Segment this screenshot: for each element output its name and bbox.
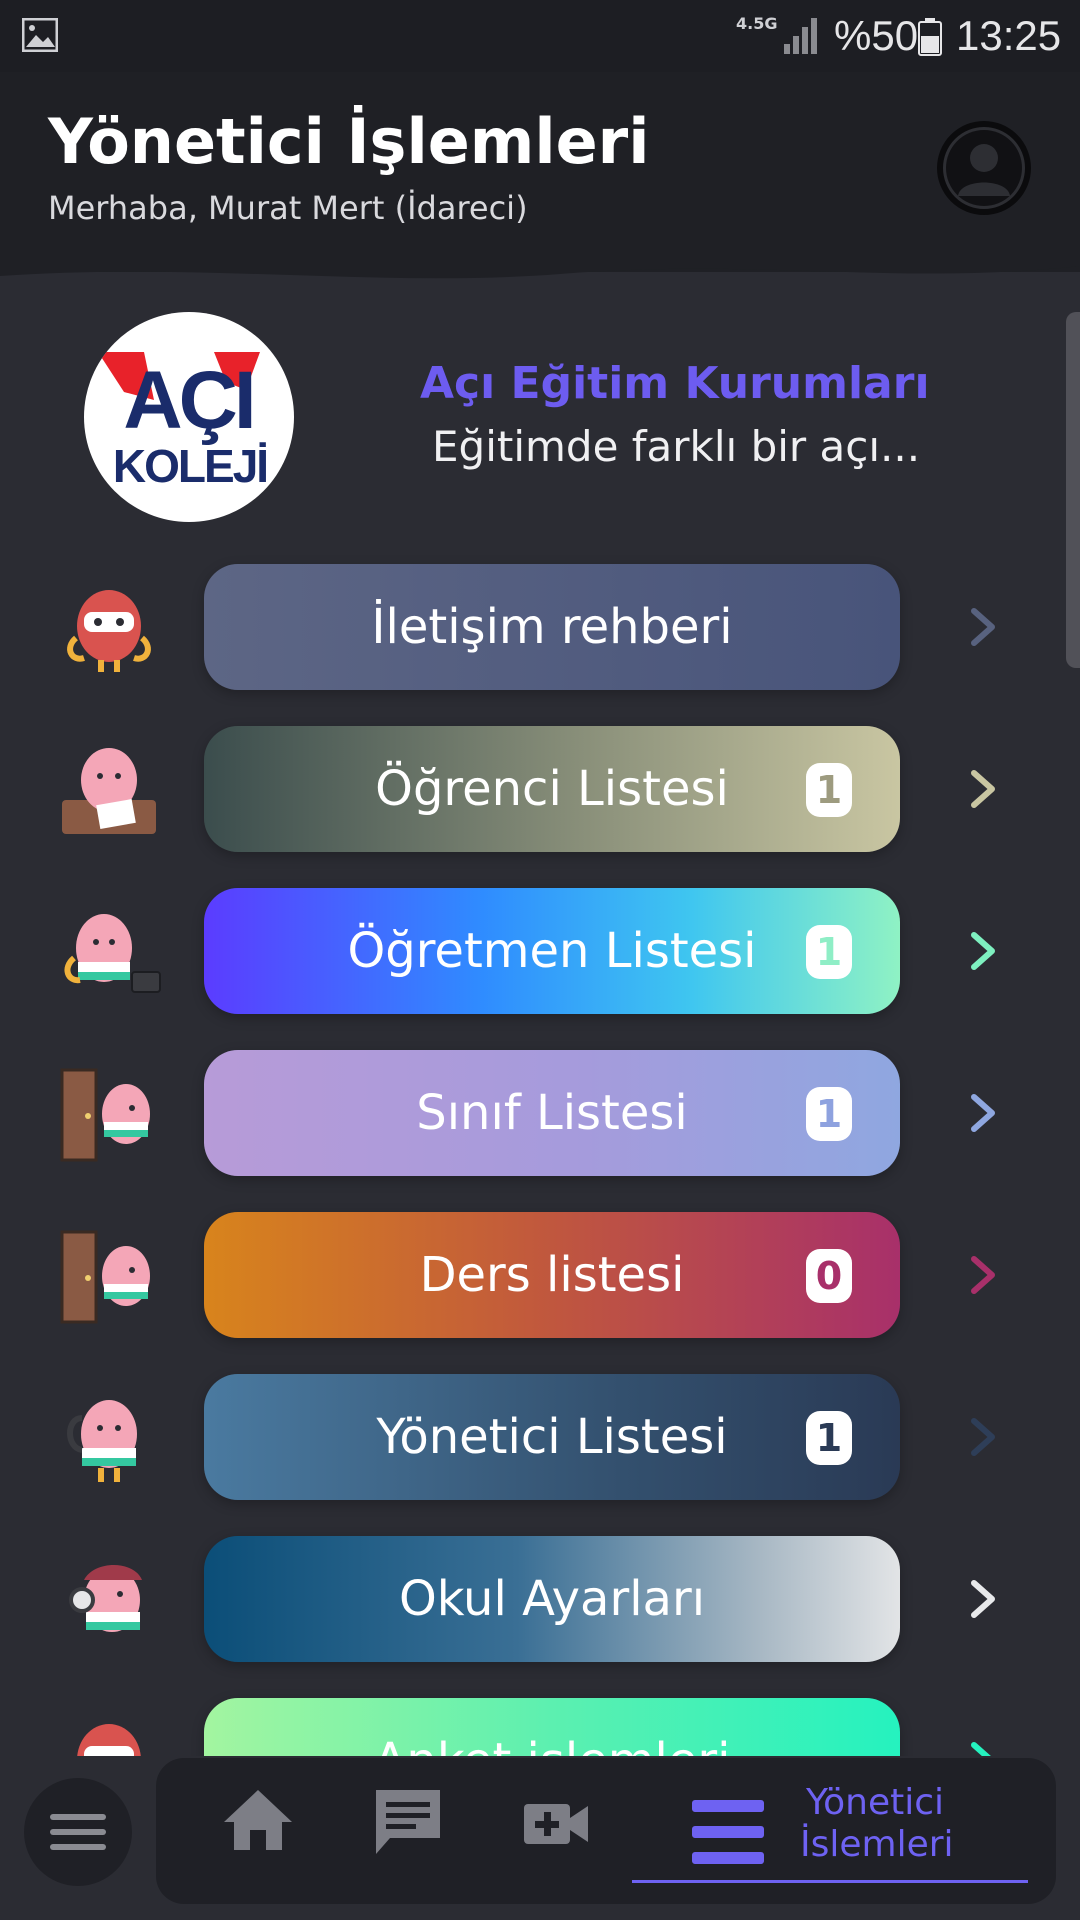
mascot-icon: [67, 1400, 137, 1482]
chevron-right-icon: [971, 1256, 995, 1294]
gallery-notification-icon: [22, 18, 58, 52]
menu-label: İletişim rehberi: [371, 599, 733, 655]
menu-row-classes[interactable]: Sınıf Listesi 1: [0, 1050, 1080, 1176]
menu-row-teachers[interactable]: Öğretmen Listesi 1: [0, 888, 1080, 1014]
network-type: 4.5G: [736, 14, 778, 33]
logo-emblem: AÇI KOLEJİ: [98, 352, 269, 492]
menu-label: Öğrenci Listesi: [375, 761, 729, 817]
chevron-right-icon: [971, 932, 995, 970]
menu-row-contacts[interactable]: İletişim rehberi: [0, 564, 1080, 690]
chat-icon[interactable]: [372, 1786, 444, 1858]
admin-list-button[interactable]: Yönetici Listesi 1: [204, 1374, 900, 1500]
lesson-list-button[interactable]: Ders listesi 0: [204, 1212, 900, 1338]
count-badge: 0: [806, 1249, 852, 1303]
menu-row-admins[interactable]: Yönetici Listesi 1: [0, 1374, 1080, 1500]
chevron-right-icon: [971, 608, 995, 646]
mascot-icon: [67, 590, 151, 672]
logo-text-bottom: KOLEJİ: [113, 440, 267, 492]
status-clock: 13:25: [956, 12, 1062, 59]
menu-row-students[interactable]: Öğrenci Listesi 1: [0, 726, 1080, 852]
mascot-icon: [62, 748, 156, 834]
nav-active-label[interactable]: Yönetici İslemleri: [800, 1782, 954, 1866]
contacts-button[interactable]: İletişim rehberi: [204, 564, 900, 690]
menu-label: Ders listesi: [419, 1247, 685, 1303]
institution-name: Açı Eğitim Kurumları: [420, 358, 930, 409]
detective-mascot-icon: [69, 1565, 142, 1632]
chevron-right-icon: [971, 1418, 995, 1456]
chevron-right-icon: [971, 1094, 995, 1132]
teacher-list-button[interactable]: Öğretmen Listesi 1: [204, 888, 900, 1014]
drawer-menu-button[interactable]: [24, 1778, 132, 1886]
home-icon[interactable]: [222, 1786, 294, 1854]
greeting-text: Merhaba, Murat Mert (İdareci): [48, 189, 528, 227]
door-mascot-icon: [60, 1230, 150, 1324]
nav-label-line2: İslemleri: [800, 1824, 954, 1865]
school-logo: AÇI KOLEJİ: [84, 312, 294, 522]
door-mascot-icon: [60, 1068, 150, 1162]
count-badge: 1: [806, 1087, 852, 1141]
institution-tagline: Eğitimde farklı bir açı...: [432, 422, 921, 471]
profile-avatar-icon[interactable]: [936, 120, 1032, 216]
admin-menu-icon[interactable]: [692, 1800, 764, 1864]
hamburger-icon: [50, 1814, 106, 1850]
class-list-button[interactable]: Sınıf Listesi 1: [204, 1050, 900, 1176]
menu-label: Yönetici Listesi: [376, 1409, 728, 1465]
menu-label: Öğretmen Listesi: [347, 923, 757, 979]
signal-icon: [784, 18, 817, 54]
header-wave: [0, 252, 1080, 279]
nav-label-line1: Yönetici: [805, 1782, 945, 1823]
count-badge: 1: [806, 763, 852, 817]
chevron-right-icon: [971, 1580, 995, 1618]
menu-row-school-settings[interactable]: Okul Ayarları: [0, 1536, 1080, 1662]
page-title: Yönetici İşlemleri: [48, 105, 650, 178]
count-badge: 1: [806, 1411, 852, 1465]
student-list-button[interactable]: Öğrenci Listesi 1: [204, 726, 900, 852]
active-tab-indicator: [632, 1880, 1028, 1883]
school-settings-button[interactable]: Okul Ayarları: [204, 1536, 900, 1662]
count-badge: 1: [806, 925, 852, 979]
status-bar: 4.5G %50 13:25: [0, 0, 1080, 72]
logo-text-top: AÇI: [123, 355, 252, 446]
battery-icon: [918, 18, 942, 56]
menu-row-lessons[interactable]: Ders listesi 0: [0, 1212, 1080, 1338]
battery-percentage: %50: [834, 12, 919, 59]
mascot-icon: [64, 914, 161, 993]
chevron-right-icon: [971, 770, 995, 808]
menu-label: Okul Ayarları: [398, 1571, 706, 1627]
menu-label: Sınıf Listesi: [416, 1085, 688, 1141]
video-add-icon[interactable]: [524, 1800, 590, 1848]
